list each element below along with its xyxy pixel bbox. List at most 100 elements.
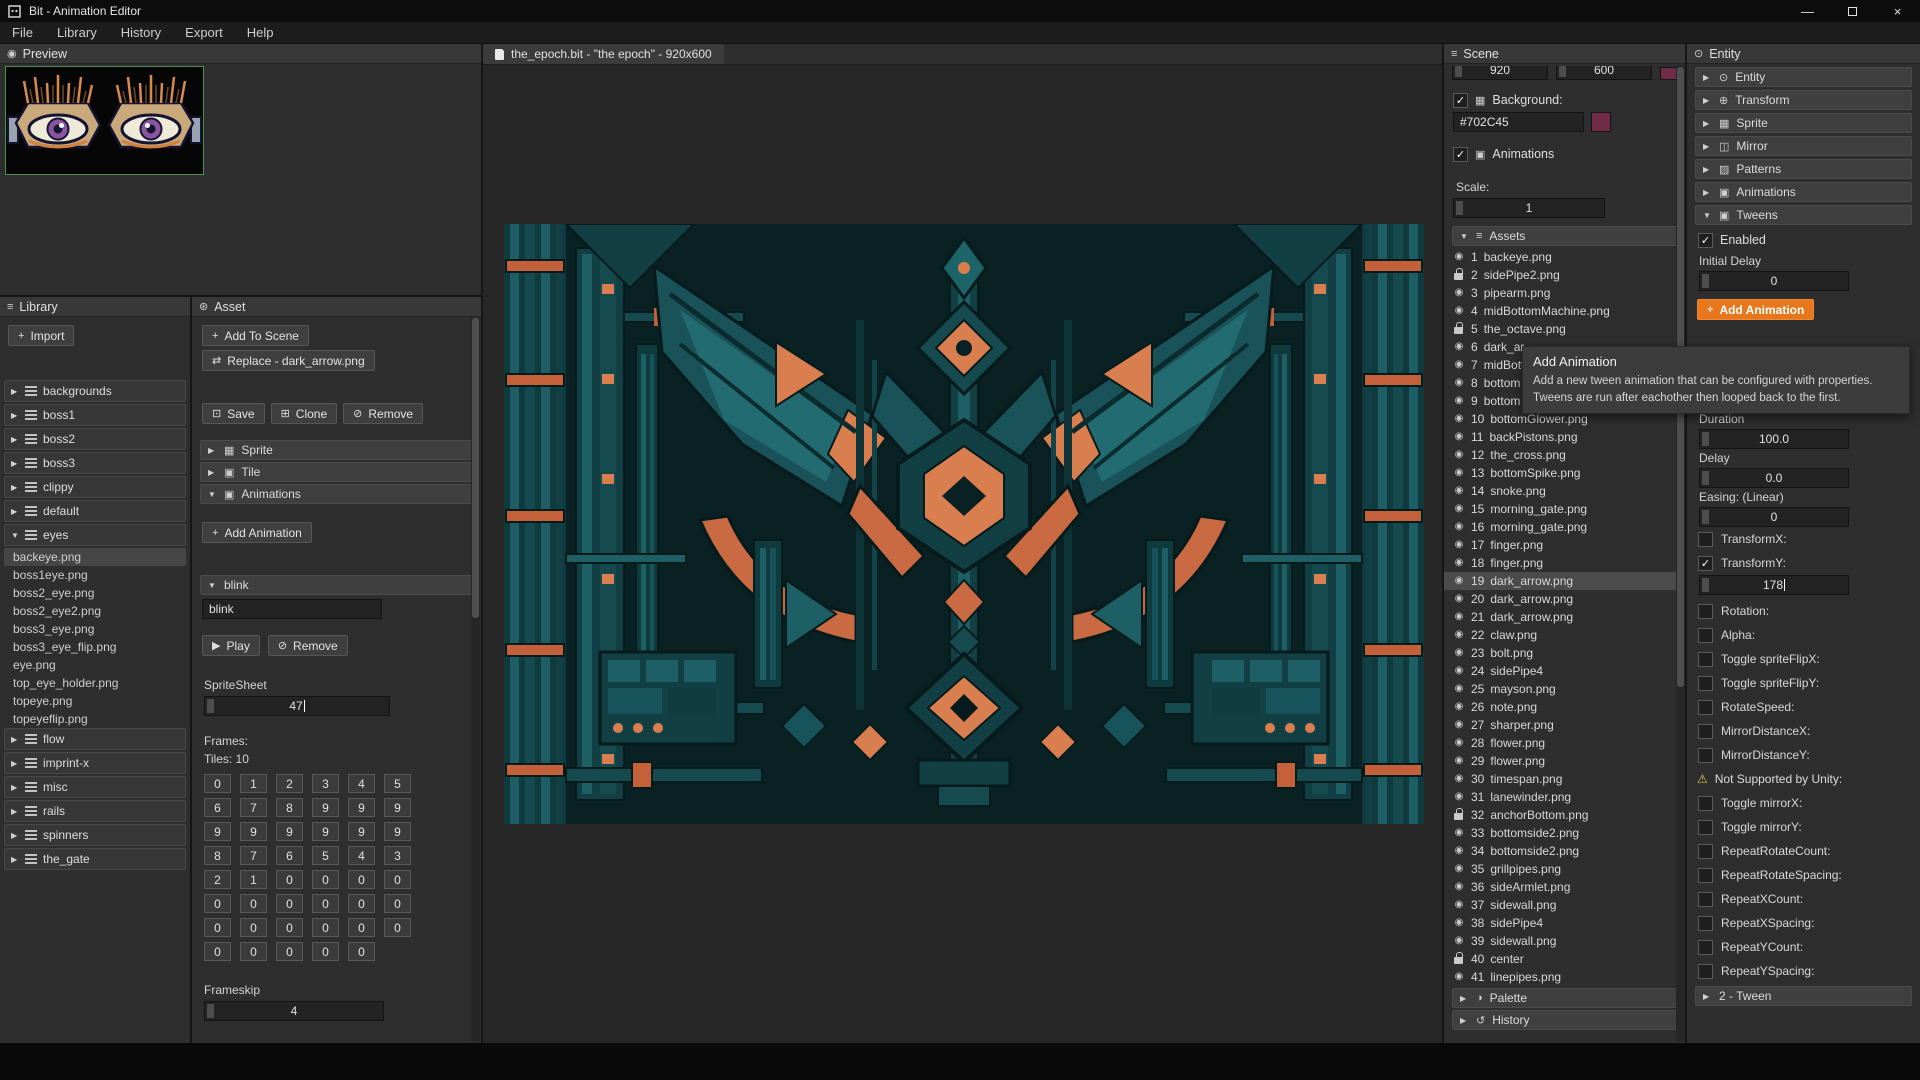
asset-add-animation-button[interactable]: + Add Animation — [202, 522, 312, 543]
asset-scrollbar[interactable] — [471, 318, 480, 1041]
library-tree-item[interactable]: ▶ clippy — [4, 476, 186, 498]
visibility-icon[interactable] — [1453, 557, 1465, 569]
scene-asset-row[interactable]: 21 dark_arrow.png — [1444, 608, 1685, 626]
frame-tile-button[interactable]: 9 — [348, 822, 375, 841]
visibility-icon[interactable] — [1453, 827, 1465, 839]
scene-height-field[interactable]: 600 — [1556, 66, 1652, 80]
library-tree-item[interactable]: boss3_eye.png — [4, 620, 186, 638]
visibility-icon[interactable] — [1453, 287, 1465, 299]
tween-property-checkbox[interactable] — [1698, 819, 1713, 835]
frame-tile-button[interactable]: 9 — [312, 798, 339, 817]
frame-tile-button[interactable]: 0 — [312, 918, 339, 937]
scene-asset-row[interactable]: 25 mayson.png — [1444, 680, 1685, 698]
frame-tile-button[interactable]: 0 — [204, 894, 231, 913]
scene-asset-row[interactable]: 26 note.png — [1444, 698, 1685, 716]
tween2-section-header[interactable]: ▶ 2 - Tween — [1695, 986, 1912, 1006]
scene-asset-row[interactable]: 36 sideArmlet.png — [1444, 878, 1685, 896]
entity-section-header[interactable]: ▶ ⊕ Transform — [1695, 90, 1912, 110]
tweens-section-header[interactable]: ▼ ▣ Tweens — [1695, 205, 1912, 225]
frame-tile-button[interactable]: 9 — [348, 798, 375, 817]
visibility-icon[interactable] — [1453, 845, 1465, 857]
maximize-button[interactable] — [1830, 0, 1875, 22]
scene-asset-row[interactable]: 31 lanewinder.png — [1444, 788, 1685, 806]
library-tree-item[interactable]: ▶ boss2 — [4, 428, 186, 450]
visibility-icon[interactable] — [1453, 935, 1465, 947]
scene-asset-row[interactable]: 13 bottomSpike.png — [1444, 464, 1685, 482]
frame-tile-button[interactable]: 0 — [384, 870, 411, 889]
library-tree-item[interactable]: boss2_eye.png — [4, 584, 186, 602]
frame-tile-button[interactable]: 0 — [348, 918, 375, 937]
duration-field[interactable]: 100.0 — [1699, 429, 1849, 449]
scene-asset-row[interactable]: 38 sidePipe4 — [1444, 914, 1685, 932]
tween-property-checkbox[interactable] — [1698, 531, 1713, 547]
frame-tile-button[interactable]: 9 — [312, 822, 339, 841]
asset-section-header[interactable]: ▶ ▦ Sprite — [200, 440, 473, 460]
library-tree-item[interactable]: ▼ eyes — [4, 524, 186, 546]
tween-property-checkbox[interactable] — [1698, 843, 1713, 859]
visibility-icon[interactable] — [1453, 431, 1465, 443]
visibility-icon[interactable] — [1453, 719, 1465, 731]
frame-tile-button[interactable]: 8 — [204, 846, 231, 865]
frame-tile-button[interactable]: 0 — [276, 894, 303, 913]
scene-asset-row[interactable]: 24 sidePipe4 — [1444, 662, 1685, 680]
library-tree-item[interactable]: ▶ default — [4, 500, 186, 522]
scene-asset-row[interactable]: 5 the_octave.png — [1444, 320, 1685, 338]
frame-tile-button[interactable]: 0 — [204, 774, 231, 793]
easing-field[interactable]: 0 — [1699, 507, 1849, 527]
frame-tile-button[interactable]: 1 — [240, 870, 267, 889]
frame-tile-button[interactable]: 0 — [240, 894, 267, 913]
scene-asset-row[interactable]: 35 grillpipes.png — [1444, 860, 1685, 878]
frame-tile-button[interactable]: 0 — [348, 942, 375, 961]
entity-section-header[interactable]: ▶ ▦ Sprite — [1695, 113, 1912, 133]
frame-tile-button[interactable]: 0 — [276, 918, 303, 937]
library-tree-item[interactable]: ▶ the_gate — [4, 848, 186, 870]
frame-tile-button[interactable]: 0 — [384, 894, 411, 913]
tween-property-checkbox[interactable] — [1698, 723, 1713, 739]
tween-property-checkbox[interactable] — [1698, 963, 1713, 979]
visibility-icon[interactable] — [1453, 268, 1465, 281]
frame-tile-button[interactable]: 3 — [312, 774, 339, 793]
tween-property-checkbox[interactable] — [1698, 795, 1713, 811]
asset-tool-button[interactable]: ⊞ Clone — [270, 403, 338, 424]
background-color-swatch[interactable] — [1591, 112, 1611, 132]
menu-item[interactable]: Library — [45, 25, 109, 40]
play-button[interactable]: ▶ Play — [202, 635, 260, 656]
frame-tile-button[interactable]: 0 — [276, 870, 303, 889]
frame-tile-button[interactable]: 5 — [312, 846, 339, 865]
frame-tile-button[interactable]: 8 — [276, 798, 303, 817]
entity-section-header[interactable]: ▶ ◫ Mirror — [1695, 136, 1912, 156]
frame-tile-button[interactable]: 2 — [204, 870, 231, 889]
scene-asset-row[interactable]: 11 backPistons.png — [1444, 428, 1685, 446]
visibility-icon[interactable] — [1453, 485, 1465, 497]
frame-tile-button[interactable]: 6 — [204, 798, 231, 817]
add-to-scene-button[interactable]: + Add To Scene — [202, 325, 309, 346]
frame-tile-button[interactable]: 9 — [384, 798, 411, 817]
scene-asset-row[interactable]: 32 anchorBottom.png — [1444, 806, 1685, 824]
frame-tile-button[interactable]: 0 — [240, 942, 267, 961]
frame-tile-button[interactable]: 0 — [240, 918, 267, 937]
tween-property-checkbox[interactable] — [1698, 651, 1713, 667]
asset-scrollbar-thumb[interactable] — [472, 318, 479, 618]
visibility-icon[interactable] — [1453, 341, 1465, 353]
visibility-icon[interactable] — [1453, 899, 1465, 911]
frame-tile-button[interactable]: 0 — [312, 870, 339, 889]
visibility-icon[interactable] — [1453, 539, 1465, 551]
scene-section-header[interactable]: ▶ ↺ History — [1452, 1010, 1677, 1030]
visibility-icon[interactable] — [1453, 449, 1465, 461]
scene-asset-row[interactable]: 12 the_cross.png — [1444, 446, 1685, 464]
visibility-icon[interactable] — [1453, 863, 1465, 875]
visibility-icon[interactable] — [1453, 647, 1465, 659]
tween-property-value-field[interactable]: 178 — [1699, 575, 1849, 595]
scene-asset-row[interactable]: 33 bottomside2.png — [1444, 824, 1685, 842]
background-checkbox[interactable] — [1453, 92, 1468, 108]
enabled-checkbox[interactable] — [1698, 232, 1713, 248]
frame-tile-button[interactable]: 1 — [240, 774, 267, 793]
library-tree-item[interactable]: boss2_eye2.png — [4, 602, 186, 620]
library-tree-item[interactable]: topeyeflip.png — [4, 710, 186, 728]
scene-asset-row[interactable]: 18 finger.png — [1444, 554, 1685, 572]
scene-asset-row[interactable]: 19 dark_arrow.png — [1444, 572, 1685, 590]
visibility-icon[interactable] — [1453, 917, 1465, 929]
scene-asset-row[interactable]: 30 timespan.png — [1444, 770, 1685, 788]
visibility-icon[interactable] — [1453, 737, 1465, 749]
remove-animation-button[interactable]: ⊘ Remove — [267, 635, 348, 656]
